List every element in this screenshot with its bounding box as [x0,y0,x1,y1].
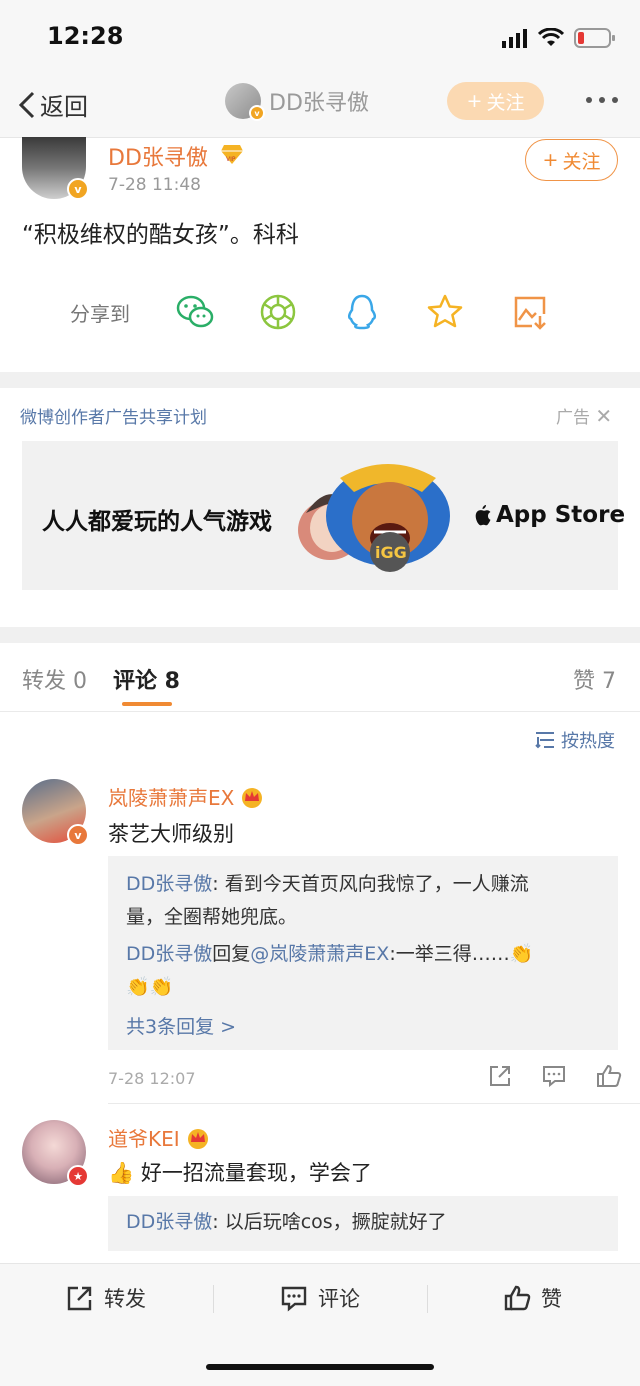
member-badge-icon: ★ [67,1165,89,1187]
reply-text: : 以后玩啥cos，撅腚就好了 [212,1211,447,1233]
favorite-star-icon[interactable] [425,292,465,332]
comment-time: 7-28 12:07 [108,1069,196,1088]
ad-plan-link[interactable]: 微博创作者广告共享计划 [20,403,207,428]
repost-icon [67,1286,92,1311]
svg-text:VIP: VIP [226,156,236,163]
reply-item: DD张寻傲回复@岚陵萧萧声EX:一举三得……👏 👏👏 [126,938,606,1004]
vip-diamond-icon: VIP [221,145,243,164]
sort-button[interactable]: 按热度 [535,727,615,753]
section-divider [0,627,640,643]
nav-avatar: v [225,83,265,121]
follow-label: 关注 [562,150,601,173]
plus-icon: + [466,90,483,112]
ad-close[interactable]: 广告 ✕ [556,403,612,428]
repost-label: 转发 [104,1287,146,1311]
apple-icon [475,505,491,526]
nav-follow-label: 关注 [486,91,525,114]
back-label: 返回 [40,93,88,121]
sort-label: 按热度 [561,731,615,752]
toolbar-separator [427,1285,428,1313]
back-button[interactable]: 返回 [18,87,88,122]
more-replies-link[interactable]: 共3条回复 > [126,1012,236,1039]
plus-icon: + [542,149,559,171]
tab-active-indicator [122,702,172,706]
battery-icon [574,28,615,48]
like-button[interactable]: 赞 [503,1283,562,1313]
reply-author[interactable]: DD张寻傲 [126,943,212,965]
tabs-divider [0,711,640,712]
save-image-icon[interactable] [510,292,550,332]
chevron-left-icon [18,91,35,118]
nav-title-group[interactable]: v DD张寻傲 [225,83,369,121]
comment-label: 评论 [318,1287,360,1311]
like-icon [504,1285,531,1311]
reply-author[interactable]: DD张寻傲 [126,873,212,895]
status-icons [502,24,616,52]
crown-badge-icon [242,787,263,808]
comment-divider [108,1103,640,1104]
qq-icon[interactable] [342,292,382,332]
game-logo: iGG [375,543,407,562]
wifi-icon [538,28,564,46]
verified-icon: v [67,178,89,200]
like-icon[interactable] [596,1064,622,1088]
comment-icon [281,1286,307,1312]
commenter-name[interactable]: 道爷KEI [108,1123,180,1152]
reply-text-cont: 👏👏 [126,976,174,998]
comment-icon[interactable] [542,1064,566,1088]
reply-text: :一举三得……👏 [389,943,534,965]
reply-box[interactable]: DD张寻傲: 以后玩啥cos，撅腚就好了 [108,1196,618,1251]
tab-comment[interactable]: 评论 8 [113,663,180,695]
post-time: 7-28 11:48 [108,175,201,195]
ad-title: 人人都爱玩的人气游戏 [42,509,272,535]
nav-follow-button[interactable]: + 关注 [447,82,544,120]
nav-title: DD张寻傲 [269,91,369,116]
reply-mention[interactable]: @岚陵萧萧声EX [250,943,389,965]
crown-badge-icon [187,1128,208,1149]
reply-text: : 看到今天首页风向我惊了，一人赚流 [212,873,529,895]
signal-icon [502,29,527,48]
moments-icon[interactable] [258,292,298,332]
app-store-label: App Store [496,502,626,528]
share-label: 分享到 [70,302,130,326]
comment-button[interactable]: 评论 [280,1283,360,1313]
reply-item: DD张寻傲: 看到今天首页风向我惊了，一人赚流 量，全圈帮她兜底。 [126,868,606,934]
reply-mid: 回复 [212,943,251,965]
ad-label: 广告 [556,408,590,428]
status-bar: 12:28 [0,0,640,75]
reply-author[interactable]: DD张寻傲 [126,1211,212,1233]
verified-icon: v [249,105,265,121]
like-label: 赞 [541,1287,562,1311]
reply-box[interactable]: DD张寻傲: 看到今天首页风向我惊了，一人赚流 量，全圈帮她兜底。 DD张寻傲回… [108,856,618,1050]
comment-text: 👍 好一招流量套现，学会了 [108,1161,372,1185]
app-store-link[interactable]: App Store [474,502,625,528]
comment-actions [488,1064,622,1088]
repost-button[interactable]: 转发 [66,1283,146,1313]
comment-header: 道爷KEI [108,1123,210,1152]
home-indicator [206,1364,434,1370]
verified-icon: v [67,824,89,846]
close-icon: ✕ [595,404,613,428]
wechat-icon[interactable] [175,292,215,332]
nav-bar: 返回 v DD张寻傲 + 关注 [0,75,640,138]
game-art-image: iGG [298,464,450,572]
status-time: 12:28 [47,22,124,50]
more-icon[interactable] [586,97,618,103]
section-divider [0,372,640,388]
tab-like[interactable]: 赞 7 [573,663,616,695]
reply-text-cont: 量，全圈帮她兜底。 [126,906,298,928]
commenter-name[interactable]: 岚陵萧萧声EX [108,782,234,811]
reply-item: DD张寻傲: 以后玩啥cos，撅腚就好了 [126,1206,606,1239]
follow-button[interactable]: + 关注 [525,139,618,181]
author-name[interactable]: DD张寻傲 [108,140,208,172]
comment-header: 岚陵萧萧声EX [108,782,264,811]
sort-icon [535,732,554,749]
comment-text: 茶艺大师级别 [108,822,234,846]
toolbar-separator [213,1285,214,1313]
share-icon[interactable] [488,1064,512,1088]
post-text: “积极维权的酷女孩”。科科 [22,222,299,248]
tab-repost[interactable]: 转发 0 [22,663,87,695]
